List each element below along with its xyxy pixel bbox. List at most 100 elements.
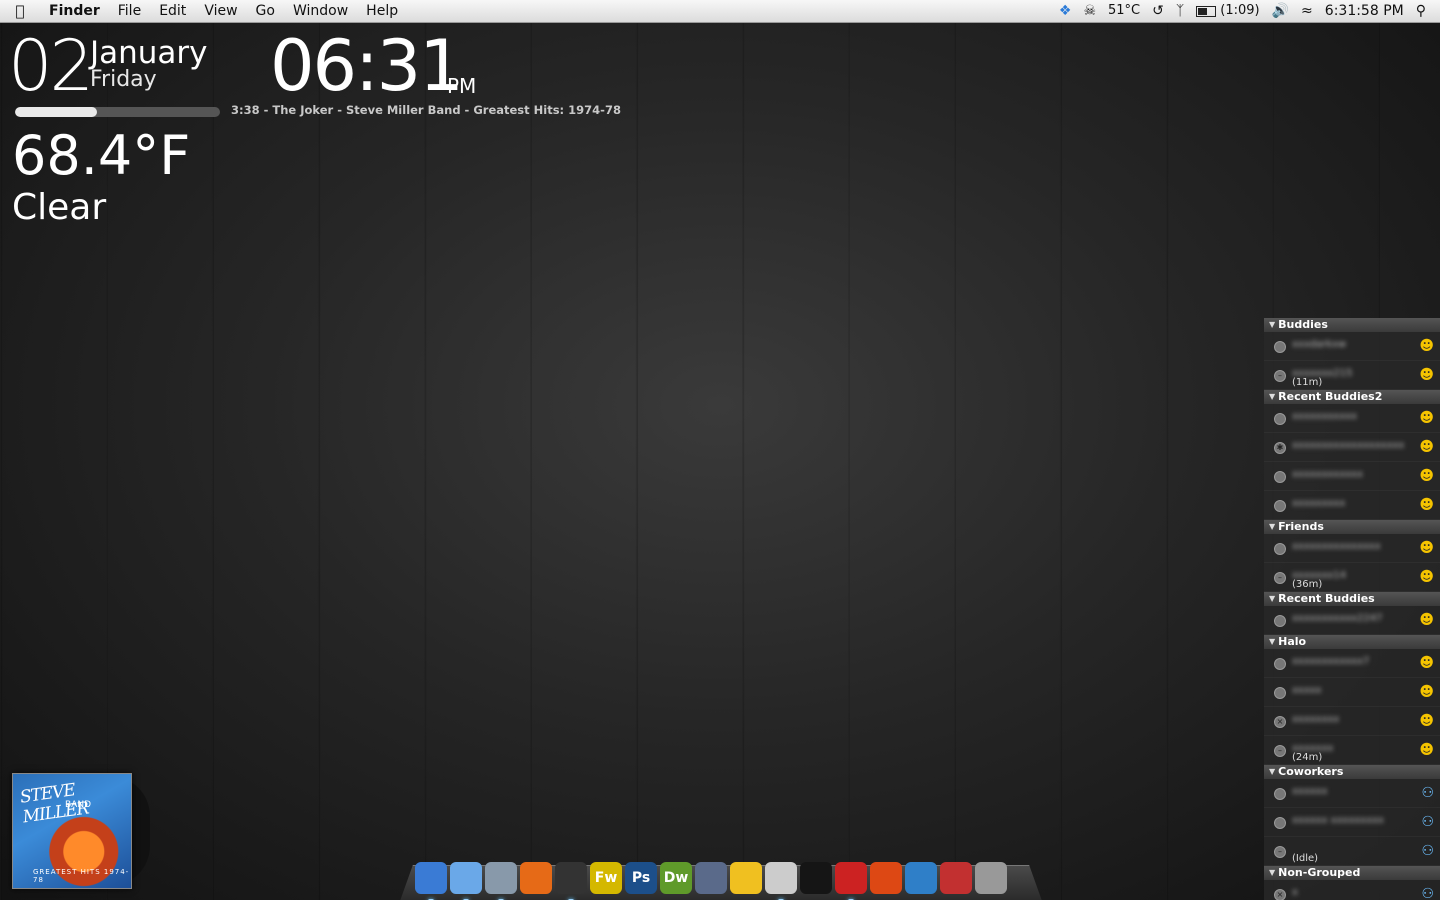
buddy-row[interactable]: xxxdarkxw ☻	[1264, 332, 1440, 361]
dreamweaver-icon[interactable]: Dw	[660, 862, 692, 894]
fireworks-icon[interactable]: Fw	[590, 862, 622, 894]
buddy-name: xxxxxxxxxxxxxxxxxxx	[1292, 440, 1405, 450]
wifi-icon[interactable]: ≈	[1295, 0, 1319, 22]
buddy-idle-time: (Idle)	[1292, 853, 1319, 864]
temperature-readout[interactable]: 51°C	[1102, 0, 1146, 22]
buddy-idle-time: (11m)	[1292, 377, 1323, 388]
firefox-icon[interactable]	[520, 862, 552, 894]
menu-edit[interactable]: Edit	[150, 0, 195, 22]
spotlight-search-icon[interactable]: ⚲	[1410, 0, 1432, 22]
menu-clock[interactable]: 6:31:58 PM	[1319, 0, 1410, 22]
date-weekday: Friday	[90, 67, 157, 92]
disclosure-triangle-icon[interactable]: ▼	[1269, 635, 1275, 649]
bluetooth-icon[interactable]: ᛉ	[1170, 0, 1190, 22]
clock-time: 06:31	[270, 25, 464, 107]
aim-running-man-icon: ☻	[1419, 367, 1434, 383]
buddy-group-header[interactable]: ▼ Halo	[1264, 635, 1440, 649]
finder-icon[interactable]	[415, 862, 447, 900]
aim-running-man-icon: ☻	[1419, 338, 1434, 354]
adium-icon[interactable]	[555, 862, 587, 900]
buddy-list-panel: ▼ Buddies xxxdarkxw ☻ – xxxxxxx215 (11m) ☻ ▼ Rece…	[1264, 318, 1440, 900]
windows-icon[interactable]	[905, 862, 937, 894]
dropbox-icon[interactable]: ❖	[1053, 0, 1078, 22]
group-chat-icon: ⚇	[1421, 814, 1434, 830]
away-status-icon	[1274, 471, 1286, 483]
itunes-icon[interactable]	[450, 862, 482, 900]
buddy-group-header[interactable]: ▼ Non-Grouped	[1264, 866, 1440, 880]
menu-go[interactable]: Go	[247, 0, 284, 22]
buddy-row[interactable]: xxxxxx ⚇	[1264, 779, 1440, 808]
buddy-row[interactable]: – xxxxxxx14 (36m) ☻	[1264, 563, 1440, 592]
buddy-row[interactable]: xxxxx ☻	[1264, 678, 1440, 707]
fireworks-label: Fw	[594, 870, 618, 886]
away-status-icon	[1274, 341, 1286, 353]
buddy-name: xxxdarkxw	[1292, 339, 1347, 349]
buddy-row[interactable]: xxxxxxxxxxxx ☻	[1264, 462, 1440, 491]
buddy-group-header[interactable]: ▼ Friends	[1264, 520, 1440, 534]
menu-bar:  Finder File Edit View Go Window Help ❖…	[0, 0, 1440, 23]
disclosure-triangle-icon[interactable]: ▼	[1269, 866, 1275, 880]
track-progress-bar	[15, 107, 220, 117]
buddy-name: xxxxxxxxxxx	[1292, 411, 1358, 421]
menu-file[interactable]: File	[109, 0, 150, 22]
buddy-name: xxxxx	[1292, 685, 1322, 695]
buddy-name: xxxxxx xxxxxxxxx	[1292, 815, 1384, 825]
menu-finder[interactable]: Finder	[40, 0, 109, 22]
buddy-row[interactable]: – (Idle) ⚇	[1264, 837, 1440, 866]
buddy-row[interactable]: ✱ xxxxxxxxxxxxxxxxxxx ☻	[1264, 433, 1440, 462]
buddy-name: xxxxxxxxxxxxxxx	[1292, 541, 1381, 551]
aim-running-man-icon: ☻	[1419, 612, 1434, 628]
buddy-row[interactable]: × x ⚇	[1264, 880, 1440, 900]
buddy-group-name: Buddies	[1278, 318, 1328, 331]
buddy-row[interactable]: – xxxxxxx215 (11m) ☻	[1264, 361, 1440, 390]
menu-view[interactable]: View	[195, 0, 246, 22]
disclosure-triangle-icon[interactable]: ▼	[1269, 520, 1275, 534]
disclosure-triangle-icon[interactable]: ▼	[1269, 318, 1275, 332]
parallels-icon[interactable]	[835, 862, 867, 900]
trash-icon[interactable]	[975, 862, 1007, 894]
mobile-status-icon: ✱	[1274, 442, 1286, 454]
buddy-group-header[interactable]: ▼ Recent Buddies2	[1264, 390, 1440, 404]
aim-running-man-icon: ☻	[1419, 540, 1434, 556]
buddy-idle-time: (24m)	[1292, 752, 1323, 763]
buddy-row[interactable]: × xxxxxxxx ☻	[1264, 707, 1440, 736]
cyberduck-icon[interactable]	[730, 862, 762, 894]
buddy-row[interactable]: xxxxxxxxxxx ☻	[1264, 404, 1440, 433]
menu-help[interactable]: Help	[357, 0, 407, 22]
buddy-row[interactable]: – xxxxxxx (24m) ☻	[1264, 736, 1440, 765]
buddy-group-name: Friends	[1278, 520, 1324, 533]
battery-status[interactable]: (1:09)	[1190, 0, 1265, 22]
battery-icon	[1196, 5, 1217, 17]
volume-icon[interactable]: 🔊	[1266, 0, 1295, 22]
app-store-icon[interactable]	[940, 862, 972, 894]
buddy-row[interactable]: xxxxxxxxxxxxxxx ☻	[1264, 534, 1440, 563]
skull-icon[interactable]: ☠	[1077, 0, 1102, 22]
buddy-idle-time: (36m)	[1292, 579, 1323, 590]
mail-icon[interactable]	[485, 862, 517, 900]
time-machine-icon[interactable]: ↺	[1146, 0, 1170, 22]
buddy-row[interactable]: xxxxxx xxxxxxxxx ⚇	[1264, 808, 1440, 837]
group-chat-icon: ⚇	[1421, 785, 1434, 801]
disclosure-triangle-icon[interactable]: ▼	[1269, 390, 1275, 404]
disclosure-triangle-icon[interactable]: ▼	[1269, 765, 1275, 779]
buddy-row[interactable]: xxxxxxxxx ☻	[1264, 491, 1440, 520]
cd-icon[interactable]	[765, 862, 797, 900]
apple-icon[interactable]: 	[0, 2, 40, 20]
buddy-row[interactable]: xxxxxxxxxxxx7 ☻	[1264, 649, 1440, 678]
buddy-group-header[interactable]: ▼ Coworkers	[1264, 765, 1440, 779]
buddy-group-header[interactable]: ▼ Buddies	[1264, 318, 1440, 332]
aim-running-man-icon: ☻	[1419, 410, 1434, 426]
aim-running-man-icon: ☻	[1419, 655, 1434, 671]
buddy-group-header[interactable]: ▼ Recent Buddies	[1264, 592, 1440, 606]
album-art[interactable]: STEVE MILLER BAND GREATEST HITS 1974-78	[12, 773, 132, 889]
disclosure-triangle-icon[interactable]: ▼	[1269, 592, 1275, 606]
buddy-row[interactable]: xxxxxxxxxxx2247 ☻	[1264, 606, 1440, 635]
xcode-icon[interactable]	[695, 862, 727, 894]
ubuntu-icon[interactable]	[870, 862, 902, 894]
photoshop-icon[interactable]: Ps	[625, 862, 657, 894]
menu-window[interactable]: Window	[284, 0, 357, 22]
date-month: January	[90, 35, 208, 71]
away-status-icon	[1274, 788, 1286, 800]
status-area: ❖ ☠ 51°C ↺ ᛉ (1:09) 🔊 ≈ 6:31:58 PM ⚲	[1053, 0, 1440, 22]
terminal-icon[interactable]	[800, 862, 832, 894]
